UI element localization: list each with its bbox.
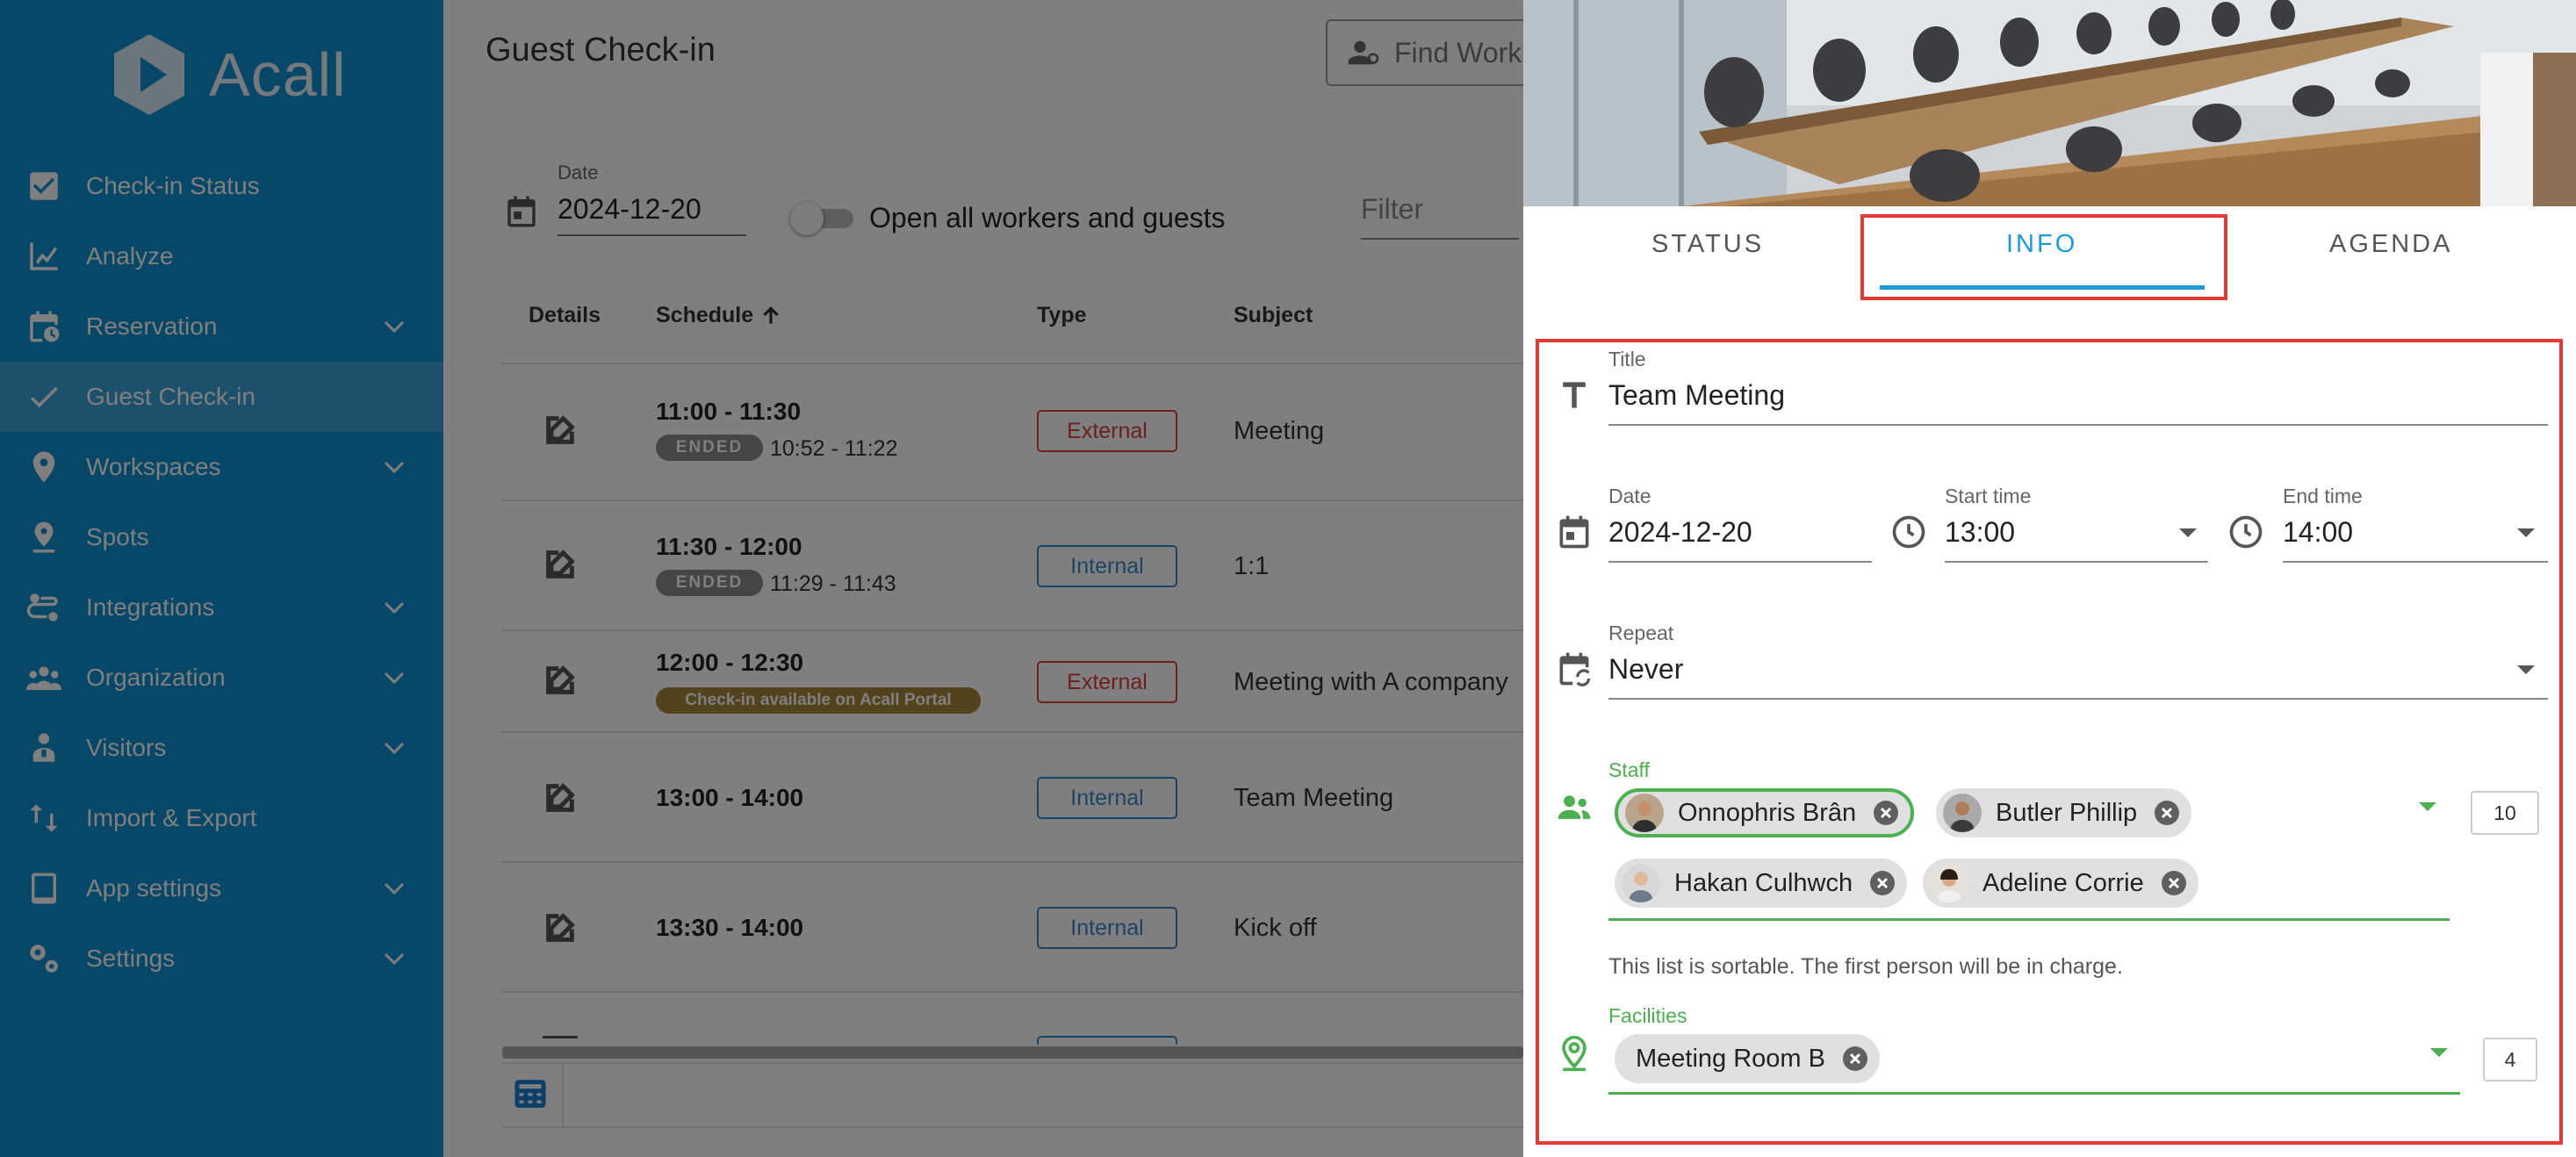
tab-agenda[interactable]: AGENDA (2329, 230, 2452, 259)
dropdown-caret-icon[interactable] (2419, 802, 2436, 811)
end-time-select[interactable]: 14:00 (2283, 516, 2548, 563)
staff-helper-text: This list is sortable. The first person … (1608, 954, 2123, 979)
location-pin-icon (1555, 1034, 1594, 1073)
clock-icon (1889, 513, 1928, 551)
facility-name: Meeting Room B (1636, 1044, 1825, 1073)
staff-name: Butler Phillip (1996, 798, 2138, 827)
repeat-label: Repeat (1608, 622, 1674, 644)
facility-chip[interactable]: Meeting Room B (1615, 1034, 1880, 1083)
staff-chip[interactable]: Hakan Culhwch (1615, 859, 1908, 908)
start-time-label: Start time (1945, 485, 2032, 507)
staff-name: Hakan Culhwch (1674, 868, 1853, 897)
tab-status[interactable]: STATUS (1651, 230, 1764, 259)
dropdown-caret-icon[interactable] (2517, 665, 2535, 674)
avatar (1930, 864, 1968, 902)
modal-backdrop[interactable] (0, 0, 1523, 1157)
remove-chip-icon[interactable] (1841, 1045, 1869, 1073)
staff-chip[interactable]: Onnophris Brân (1615, 788, 1915, 837)
staff-field-underline (1608, 918, 2450, 921)
calendar-repeat-icon (1555, 650, 1594, 688)
dropdown-caret-icon[interactable] (2517, 528, 2535, 537)
title-label: Title (1608, 348, 1646, 370)
reservation-detail-panel: STATUS INFO AGENDA Title Team Meeting Da… (1523, 0, 2576, 1157)
staff-chip[interactable]: Butler Phillip (1936, 788, 2192, 837)
text-format-icon (1555, 376, 1594, 414)
remove-chip-icon[interactable] (2153, 799, 2181, 827)
remove-chip-icon[interactable] (2160, 869, 2188, 897)
staff-people-icon (1555, 788, 1594, 827)
remove-chip-icon[interactable] (1868, 869, 1896, 897)
staff-name: Adeline Corrie (1982, 868, 2144, 897)
date-input[interactable]: 2024-12-20 (1608, 516, 1872, 563)
repeat-select[interactable]: Never (1608, 653, 2548, 700)
highlight-box-info-tab (1860, 214, 2227, 300)
title-input[interactable]: Team Meeting (1608, 379, 2548, 426)
facilities-count: 4 (2483, 1038, 2537, 1082)
facilities-field-underline (1608, 1092, 2460, 1095)
calendar-icon (1555, 513, 1594, 551)
facilities-label: Facilities (1608, 1004, 1687, 1027)
staff-count: 10 (2471, 791, 2539, 835)
dropdown-caret-icon[interactable] (2179, 528, 2197, 537)
clock-icon (2227, 513, 2265, 551)
staff-chip[interactable]: Adeline Corrie (1923, 859, 2198, 908)
avatar (1943, 794, 1982, 832)
avatar (1622, 864, 1660, 902)
end-time-label: End time (2283, 485, 2363, 507)
start-time-select[interactable]: 13:00 (1945, 516, 2208, 563)
avatar (1625, 794, 1664, 832)
staff-label: Staff (1608, 758, 1650, 781)
dropdown-caret-icon[interactable] (2430, 1048, 2448, 1057)
remove-chip-icon[interactable] (1872, 799, 1900, 827)
date-label: Date (1608, 485, 1651, 507)
staff-name: Onnophris Brân (1678, 798, 1857, 827)
meeting-room-photo (1523, 0, 2576, 206)
highlight-box-info-form (1536, 339, 2563, 1145)
